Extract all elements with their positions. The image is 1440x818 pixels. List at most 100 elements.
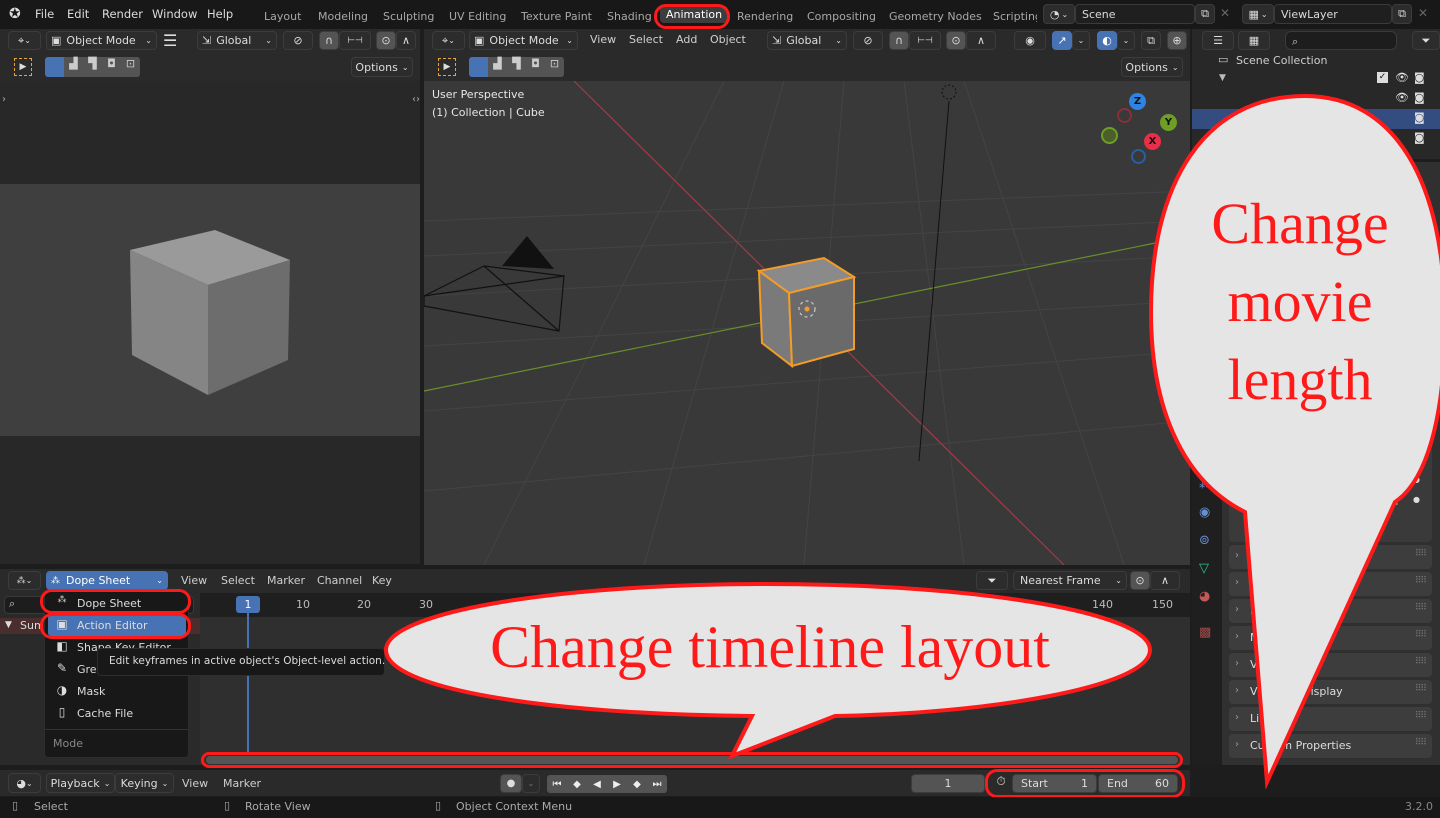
gizmo-neg-z[interactable]	[1131, 149, 1146, 164]
playhead-line[interactable]	[247, 613, 249, 753]
jump-to-end-button[interactable]: ⏭	[647, 775, 667, 793]
select-invert-button[interactable]: ◘	[102, 57, 121, 77]
menu-help[interactable]: Help	[207, 7, 233, 21]
viewport-pivot-select[interactable]: ⊘	[853, 31, 883, 50]
viewport-falloff-select[interactable]: ∧	[966, 31, 996, 50]
keying-menu[interactable]: Keying ⌄	[115, 773, 174, 793]
snap-target-select[interactable]: ⊢⊣	[339, 31, 371, 50]
dopesheet-mode-select[interactable]: ⁂ Dope Sheet ⌄	[46, 571, 168, 590]
dopesheet-menu-channel[interactable]: Channel	[317, 574, 362, 587]
select-intersect-button[interactable]: ⊡	[121, 57, 140, 77]
gizmo-neg-x[interactable]	[1117, 108, 1132, 123]
dopesheet-menu-marker[interactable]: Marker	[267, 574, 305, 587]
scene-selector-button[interactable]: ◔ ⌄	[1043, 4, 1075, 24]
delete-viewlayer-icon[interactable]: ✕	[1418, 6, 1428, 20]
gizmo-toggle[interactable]: ↗	[1052, 31, 1072, 50]
dopesheet-menu-view[interactable]: View	[181, 574, 207, 587]
select-subtract-button[interactable]: ▜	[83, 57, 102, 77]
tab-layout[interactable]: Layout	[264, 10, 301, 23]
viewport-menu-object[interactable]: Object	[710, 33, 746, 46]
menu-window[interactable]: Window	[152, 7, 197, 21]
select-new-button[interactable]	[45, 57, 64, 77]
expand-sidebar-arrow[interactable]: ‹›	[412, 94, 420, 105]
viewport-options-dropdown[interactable]: Options ⌄	[1121, 57, 1183, 77]
playback-menu[interactable]: Playback ⌄	[46, 773, 115, 793]
tab-uv-editing[interactable]: UV Editing	[449, 10, 506, 23]
current-frame-badge[interactable]: 1	[236, 596, 260, 613]
dopesheet-editor-type-button[interactable]: ⁂ ⌄	[8, 571, 41, 590]
viewport-snap-target-select[interactable]: ⊢⊣	[909, 31, 941, 50]
play-reverse-button[interactable]: ◀	[587, 775, 607, 793]
auto-keying-toggle[interactable]: ●	[500, 774, 522, 793]
viewport-canvas[interactable]	[424, 81, 1190, 565]
delete-scene-icon[interactable]: ✕	[1220, 6, 1230, 20]
menu-file[interactable]: File	[35, 7, 54, 21]
tab-compositing[interactable]: Compositing	[807, 10, 876, 23]
proportional-edit-toggle[interactable]: ⊙	[376, 31, 396, 50]
viewport-menu-view[interactable]: View	[590, 33, 616, 46]
menu-edit[interactable]: Edit	[67, 7, 89, 21]
overlay-toggle[interactable]: ◐	[1097, 31, 1117, 50]
next-keyframe-button[interactable]: ◆	[627, 775, 647, 793]
select-extend-button[interactable]: ▟	[488, 57, 507, 77]
tab-modeling[interactable]: Modeling	[318, 10, 368, 23]
include-checkbox[interactable]: ✓	[1377, 72, 1388, 83]
blender-logo-icon[interactable]: ✪	[9, 6, 25, 22]
expand-toolbar-arrow[interactable]: ›	[2, 94, 6, 105]
outliner-filter-button[interactable]: ⏷	[1412, 31, 1440, 50]
dopesheet-menu-select[interactable]: Select	[221, 574, 255, 587]
mode-select[interactable]: ▣ Object Mode ⌄	[46, 31, 157, 50]
pivot-select[interactable]: ⊘	[283, 31, 313, 50]
menu-render[interactable]: Render	[102, 7, 143, 21]
select-intersect-button[interactable]: ⊡	[545, 57, 564, 77]
viewport-snap-toggle[interactable]: ∩	[889, 31, 909, 50]
camera-view-area-lower[interactable]	[0, 436, 420, 564]
tab-rendering[interactable]: Rendering	[737, 10, 793, 23]
tab-geometry-nodes[interactable]: Geometry Nodes	[889, 10, 982, 23]
select-new-button[interactable]	[469, 57, 488, 77]
new-scene-button[interactable]: ⧉	[1195, 4, 1215, 24]
select-extend-button[interactable]: ▟	[64, 57, 83, 77]
camera-view-area[interactable]	[0, 81, 420, 184]
viewport-menu-select[interactable]: Select	[629, 33, 663, 46]
play-button[interactable]: ▶	[607, 775, 627, 793]
tab-sculpting[interactable]: Sculpting	[383, 10, 434, 23]
editor-type-button[interactable]: ⌖ ⌄	[8, 31, 41, 50]
dropdown-item-cache-file[interactable]: ▯ Cache File	[48, 703, 186, 724]
viewport-orientation-select[interactable]: ⇲ Global ⌄	[767, 31, 847, 50]
gizmo-z-axis[interactable]: Z	[1129, 93, 1146, 110]
select-tool-icon[interactable]: ▶	[14, 58, 32, 76]
select-subtract-button[interactable]: ▜	[507, 57, 526, 77]
expand-arrow-icon[interactable]: ▼	[5, 620, 12, 630]
viewport-proportional-toggle[interactable]: ⊙	[946, 31, 966, 50]
outliner-search-input[interactable]: ⌕	[1285, 31, 1397, 50]
outliner-display-mode[interactable]: ☰	[1202, 31, 1234, 50]
hamburger-menu-icon[interactable]: ☰	[163, 31, 177, 50]
dropdown-item-mask[interactable]: ◑ Mask	[48, 681, 186, 702]
new-viewlayer-button[interactable]: ⧉	[1392, 4, 1412, 24]
gizmo-neg-y[interactable]	[1101, 127, 1118, 144]
viewlayer-name-field[interactable]: ViewLayer	[1274, 4, 1392, 24]
tab-shading[interactable]: Shading	[607, 10, 652, 23]
select-invert-button[interactable]: ◘	[526, 57, 545, 77]
visibility-select[interactable]: ◉	[1014, 31, 1046, 50]
viewlayer-selector-button[interactable]: ▦ ⌄	[1242, 4, 1274, 24]
options-dropdown[interactable]: Options ⌄	[351, 57, 413, 77]
outliner-scene-collection[interactable]: Scene Collection	[1236, 54, 1327, 67]
expand-arrow-icon[interactable]: ▼	[1219, 73, 1226, 83]
auto-keying-dropdown[interactable]: ⌄	[522, 774, 540, 793]
eye-icon[interactable]: 👁	[1395, 71, 1409, 84]
orientation-select[interactable]: ⇲ Global ⌄	[197, 31, 277, 50]
viewport-menu-add[interactable]: Add	[676, 33, 697, 46]
viewport-editor-type-button[interactable]: ⌖ ⌄	[432, 31, 465, 50]
camera-render-icon[interactable]: ◙	[1414, 71, 1425, 84]
overlay-dropdown[interactable]: ⌄	[1117, 31, 1135, 50]
wireframe-shading-button[interactable]: ⊕	[1167, 31, 1187, 50]
prev-keyframe-button[interactable]: ◆	[567, 775, 587, 793]
jump-to-start-button[interactable]: ⏮	[547, 775, 567, 793]
tab-scripting[interactable]: Scripting	[993, 10, 1037, 23]
viewport-mode-select[interactable]: ▣ Object Mode ⌄	[469, 31, 578, 50]
outliner-filter-viewlayer[interactable]: ▦	[1238, 31, 1270, 50]
timeline-menu-view[interactable]: View	[182, 777, 208, 790]
gizmo-dropdown[interactable]: ⌄	[1072, 31, 1090, 50]
